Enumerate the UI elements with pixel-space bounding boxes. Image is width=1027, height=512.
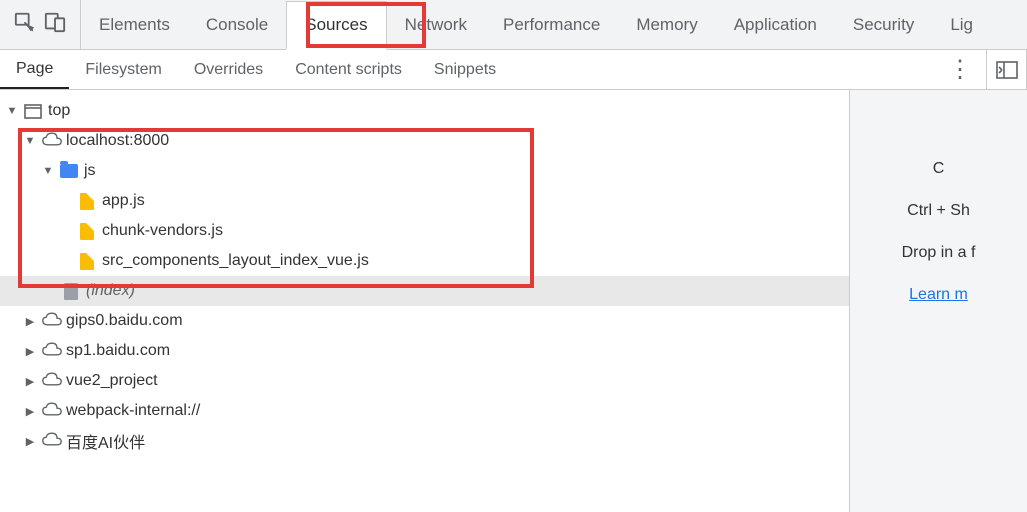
tab-label: Console — [206, 15, 268, 35]
tree-domain[interactable]: ▶ 百度AI伙伴 — [0, 426, 849, 456]
tree-file-index[interactable]: (index) — [0, 276, 849, 306]
tab-elements[interactable]: Elements — [81, 0, 188, 49]
tree-label: sp1.baidu.com — [66, 342, 170, 360]
tab-label: Security — [853, 15, 914, 35]
expand-icon: ▼ — [24, 135, 36, 147]
tree-label: (index) — [86, 282, 135, 300]
tab-lighthouse[interactable]: Lig — [932, 0, 991, 49]
expand-icon: ▶ — [24, 315, 36, 328]
subtab-label: Overrides — [194, 61, 263, 79]
cloud-icon — [42, 312, 60, 331]
learn-more-link[interactable]: Learn m — [909, 286, 968, 304]
tree-label: webpack-internal:// — [66, 402, 200, 420]
cloud-icon — [42, 372, 60, 391]
tree-file[interactable]: app.js — [0, 186, 849, 216]
tree-file[interactable]: chunk-vendors.js — [0, 216, 849, 246]
tree-label: localhost:8000 — [66, 132, 169, 150]
cloud-icon — [42, 432, 60, 451]
subtab-label: Filesystem — [85, 61, 161, 79]
inspect-icon[interactable] — [14, 11, 36, 38]
cloud-icon — [42, 342, 60, 361]
tab-label: Elements — [99, 15, 170, 35]
hint-text: C — [933, 160, 945, 178]
tree-label: 百度AI伙伴 — [66, 429, 145, 453]
tree-folder-js[interactable]: ▼ js — [0, 156, 849, 186]
tree-label: js — [84, 162, 96, 180]
subtab-filesystem[interactable]: Filesystem — [69, 50, 177, 89]
more-options-icon[interactable]: ⋮ — [934, 50, 987, 89]
tree-label: top — [48, 102, 70, 120]
tab-label: Application — [734, 15, 817, 35]
tree-label: gips0.baidu.com — [66, 312, 183, 330]
tree-domain-localhost[interactable]: ▼ localhost:8000 — [0, 126, 849, 156]
subtab-page[interactable]: Page — [0, 50, 69, 89]
hint-text: Ctrl + Sh — [907, 202, 970, 220]
folder-icon — [60, 164, 78, 178]
file-icon — [78, 193, 96, 210]
cloud-icon — [42, 402, 60, 421]
subtab-label: Page — [16, 60, 53, 78]
expand-icon: ▶ — [24, 405, 36, 418]
hint-text: Drop in a f — [902, 244, 976, 262]
cloud-icon — [42, 132, 60, 151]
tree-label: src_components_layout_index_vue.js — [102, 252, 369, 270]
subtab-overrides[interactable]: Overrides — [178, 50, 279, 89]
tab-network[interactable]: Network — [387, 0, 485, 49]
tree-label: vue2_project — [66, 372, 158, 390]
tab-performance[interactable]: Performance — [485, 0, 618, 49]
tree-domain[interactable]: ▶ webpack-internal:// — [0, 396, 849, 426]
tab-sources[interactable]: Sources — [286, 1, 386, 50]
empty-editor-panel: C Ctrl + Sh Drop in a f Learn m — [850, 90, 1027, 512]
tab-console[interactable]: Console — [188, 0, 286, 49]
expand-icon: ▼ — [42, 165, 54, 177]
toggle-navigator-icon[interactable] — [987, 50, 1027, 89]
tab-memory[interactable]: Memory — [618, 0, 715, 49]
file-icon — [78, 253, 96, 270]
file-icon — [78, 223, 96, 240]
subtab-label: Content scripts — [295, 61, 402, 79]
tree-domain[interactable]: ▶ sp1.baidu.com — [0, 336, 849, 366]
expand-icon: ▶ — [24, 435, 36, 448]
frame-icon — [24, 104, 42, 119]
device-toggle-icon[interactable] — [44, 11, 66, 38]
tree-domain[interactable]: ▶ gips0.baidu.com — [0, 306, 849, 336]
subtab-label: Snippets — [434, 61, 496, 79]
subtab-content-scripts[interactable]: Content scripts — [279, 50, 418, 89]
tab-application[interactable]: Application — [716, 0, 835, 49]
expand-icon: ▶ — [24, 375, 36, 388]
subtab-snippets[interactable]: Snippets — [418, 50, 512, 89]
file-tree: ▼ top ▼ localhost:8000 ▼ js app.js chunk… — [0, 90, 850, 512]
tab-security[interactable]: Security — [835, 0, 932, 49]
tree-top[interactable]: ▼ top — [0, 96, 849, 126]
file-icon — [62, 283, 80, 300]
tab-label: Network — [405, 15, 467, 35]
tree-label: app.js — [102, 192, 145, 210]
tab-label: Performance — [503, 15, 600, 35]
expand-icon: ▶ — [24, 345, 36, 358]
tree-domain[interactable]: ▶ vue2_project — [0, 366, 849, 396]
tree-label: chunk-vendors.js — [102, 222, 223, 240]
tab-label: Sources — [305, 15, 367, 35]
tab-label: Memory — [636, 15, 697, 35]
expand-icon: ▼ — [6, 105, 18, 117]
tree-file[interactable]: src_components_layout_index_vue.js — [0, 246, 849, 276]
tab-label: Lig — [950, 15, 973, 35]
